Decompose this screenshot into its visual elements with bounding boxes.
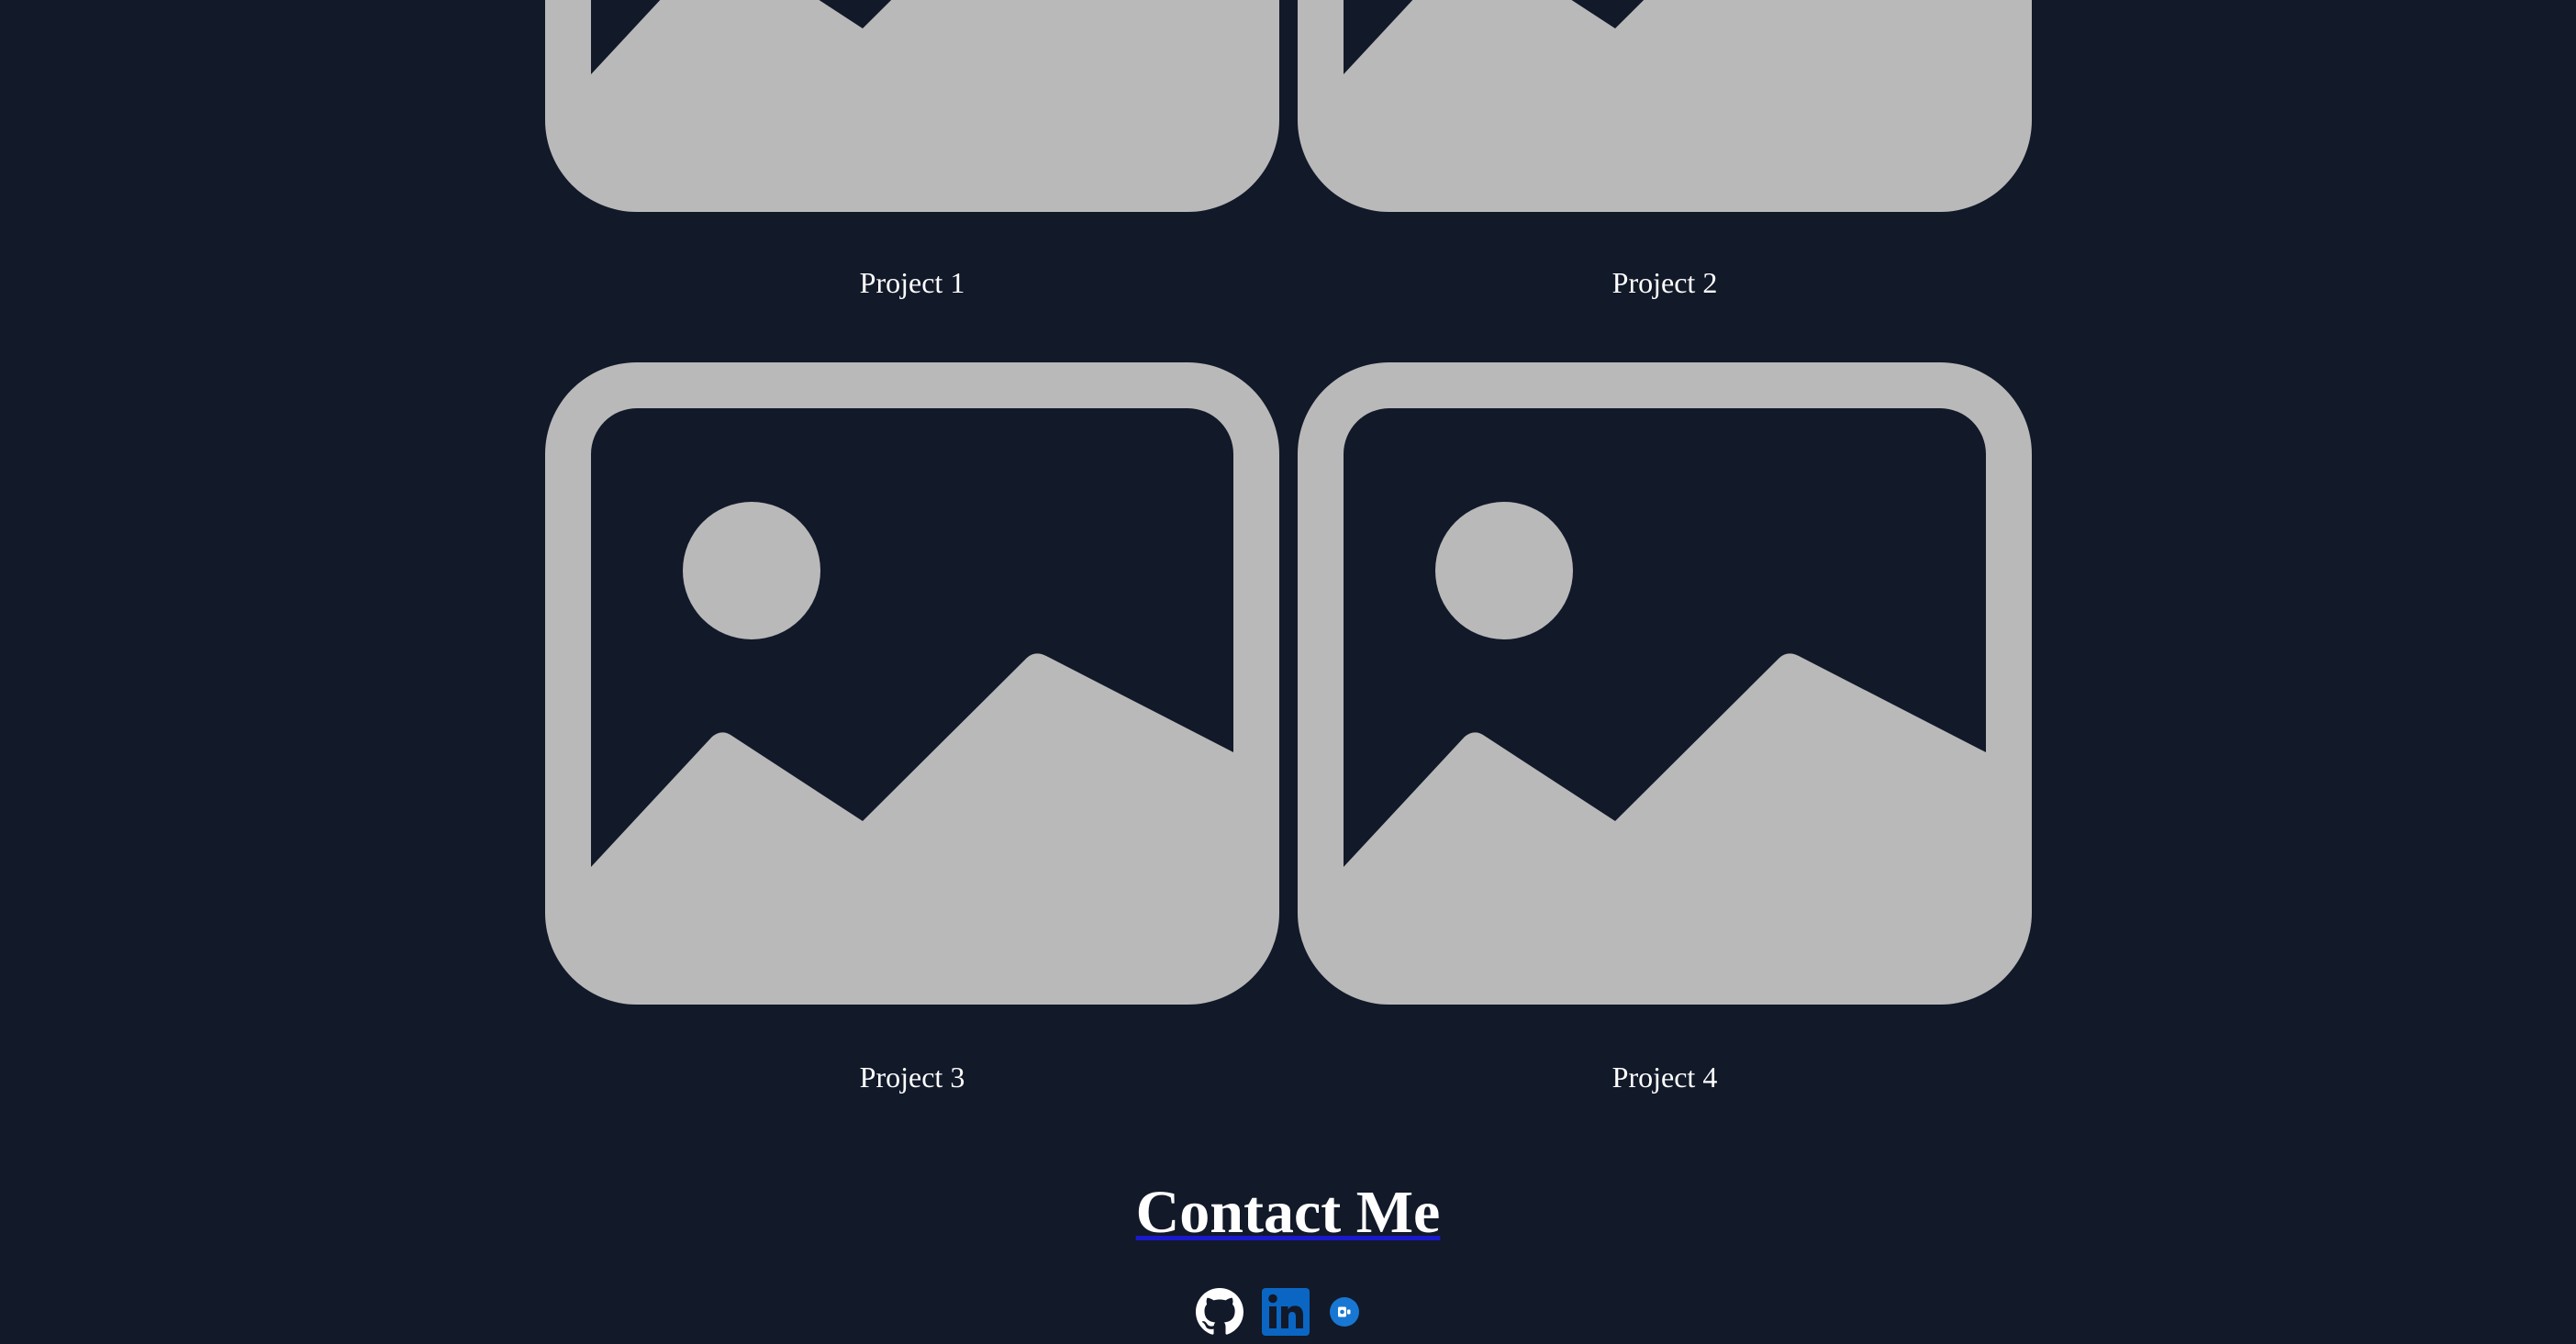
- linkedin-link[interactable]: [1262, 1288, 1310, 1336]
- project-caption: Project 4: [1611, 1061, 1718, 1094]
- email-link[interactable]: [1328, 1295, 1361, 1328]
- social-links: [1196, 1287, 1379, 1337]
- email-icon: [1330, 1297, 1359, 1327]
- image-placeholder-icon: [1298, 362, 2032, 1005]
- linkedin-icon: [1262, 1288, 1310, 1336]
- image-placeholder-icon: [545, 362, 1279, 1005]
- github-link[interactable]: [1196, 1288, 1243, 1336]
- image-placeholder-icon: [545, 0, 1279, 212]
- image-placeholder-icon: [1298, 0, 2032, 212]
- contact-title-text: Contact Me: [1135, 1179, 1441, 1246]
- project-caption: Project 1: [859, 266, 965, 299]
- github-icon: [1196, 1288, 1243, 1335]
- project-caption: Project 3: [859, 1061, 965, 1094]
- contact-section-title: Contact Me: [0, 1176, 2576, 1250]
- project-caption: Project 2: [1611, 266, 1718, 299]
